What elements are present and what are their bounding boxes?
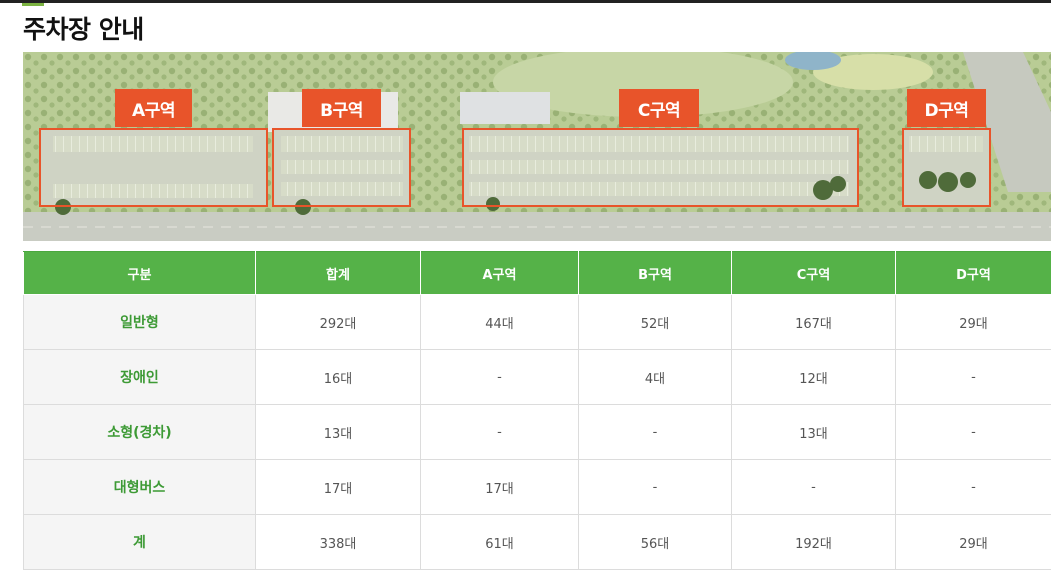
zone-label-d: D구역 bbox=[907, 89, 986, 127]
table-row: 대형버스 17대 17대 - - - bbox=[23, 459, 1051, 515]
row-category: 대형버스 bbox=[23, 459, 256, 515]
table-row: 일반형 292대 44대 52대 167대 29대 bbox=[23, 294, 1051, 350]
header-zone-a: A구역 bbox=[420, 251, 579, 295]
table-cell: 29대 bbox=[895, 294, 1051, 350]
table-row: 장애인 16대 - 4대 12대 - bbox=[23, 349, 1051, 405]
table-cell: - bbox=[420, 349, 579, 405]
table-cell: - bbox=[731, 459, 896, 515]
table-row: 소형(경차) 13대 - - 13대 - bbox=[23, 404, 1051, 460]
table-cell: 56대 bbox=[578, 514, 732, 570]
table-cell: 292대 bbox=[255, 294, 421, 350]
table-cell: - bbox=[895, 459, 1051, 515]
header-total: 합계 bbox=[255, 251, 421, 295]
table-cell: 338대 bbox=[255, 514, 421, 570]
header-zone-d: D구역 bbox=[895, 251, 1051, 295]
table-cell: 4대 bbox=[578, 349, 732, 405]
header-zone-b: B구역 bbox=[578, 251, 732, 295]
table-cell: 17대 bbox=[255, 459, 421, 515]
table-cell: 17대 bbox=[420, 459, 579, 515]
parking-map-illustration bbox=[23, 52, 1051, 241]
table-header-row: 구분 합계 A구역 B구역 C구역 D구역 bbox=[23, 251, 1051, 295]
table-cell: - bbox=[895, 404, 1051, 460]
table-cell: - bbox=[895, 349, 1051, 405]
table-cell: - bbox=[420, 404, 579, 460]
table-cell: - bbox=[578, 404, 732, 460]
parking-map: A구역 B구역 C구역 D구역 bbox=[23, 52, 1051, 241]
row-category: 계 bbox=[23, 514, 256, 570]
table-cell: 13대 bbox=[731, 404, 896, 460]
row-category: 소형(경차) bbox=[23, 404, 256, 460]
table-cell: 52대 bbox=[578, 294, 732, 350]
zone-label-c: C구역 bbox=[619, 89, 699, 127]
table-cell: 16대 bbox=[255, 349, 421, 405]
table-cell: 167대 bbox=[731, 294, 896, 350]
table-cell: 44대 bbox=[420, 294, 579, 350]
table-cell: - bbox=[578, 459, 732, 515]
row-category: 장애인 bbox=[23, 349, 256, 405]
table-cell: 192대 bbox=[731, 514, 896, 570]
header-zone-c: C구역 bbox=[731, 251, 896, 295]
table-row-total: 계 338대 61대 56대 192대 29대 bbox=[23, 514, 1051, 570]
zone-label-a: A구역 bbox=[115, 89, 192, 127]
table-cell: 29대 bbox=[895, 514, 1051, 570]
zone-label-b: B구역 bbox=[302, 89, 381, 127]
table-cell: 13대 bbox=[255, 404, 421, 460]
top-border bbox=[0, 0, 1051, 3]
table-cell: 12대 bbox=[731, 349, 896, 405]
parking-capacity-table: 구분 합계 A구역 B구역 C구역 D구역 일반형 292대 44대 52대 1… bbox=[23, 251, 1051, 570]
page-title: 주차장 안내 bbox=[23, 15, 144, 44]
table-cell: 61대 bbox=[420, 514, 579, 570]
header-category: 구분 bbox=[23, 251, 256, 295]
title-accent-bar bbox=[22, 3, 44, 6]
row-category: 일반형 bbox=[23, 294, 256, 350]
